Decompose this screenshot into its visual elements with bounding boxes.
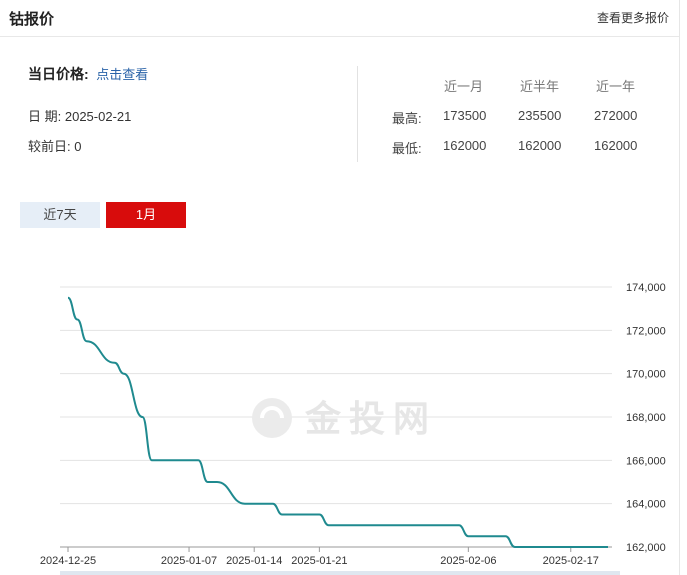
data-point[interactable] (333, 520, 343, 530)
y-tick-label: 174,000 (626, 282, 666, 294)
y-tick-label: 170,000 (626, 369, 666, 381)
info-divider (357, 66, 358, 162)
x-tick-label: 2025-01-14 (226, 555, 282, 567)
data-point[interactable] (519, 542, 529, 552)
y-tick-label: 168,000 (626, 412, 666, 424)
view-price-link[interactable]: 点击查看 (96, 67, 148, 82)
y-tick-label: 162,000 (626, 542, 666, 554)
data-point[interactable] (119, 369, 129, 379)
data-point[interactable] (473, 531, 483, 541)
stats-high-1year: 272000 (594, 108, 638, 123)
y-tick-label: 166,000 (626, 455, 666, 467)
watermark: 金投网 (252, 398, 437, 440)
x-tick-label: 2025-01-07 (161, 555, 217, 567)
x-tick-label: 2025-01-21 (291, 555, 347, 567)
price-line-chart: 金投网 174,000172,000170,000168,000166,0001… (40, 282, 666, 575)
stats-low-1month: 162000 (443, 138, 487, 153)
x-tick-label: 2025-02-06 (440, 555, 496, 567)
data-point[interactable] (82, 336, 92, 346)
data-point[interactable] (259, 499, 269, 509)
data-point[interactable] (463, 531, 473, 541)
data-point[interactable] (305, 510, 315, 520)
data-point[interactable] (184, 455, 194, 465)
data-point[interactable] (249, 499, 259, 509)
data-point[interactable] (566, 542, 576, 552)
change-label: 较前日: (28, 139, 71, 154)
stats-low-1year: 162000 (594, 138, 638, 153)
stats-low-label: 最低: (392, 141, 422, 156)
change-value: 0 (74, 139, 82, 154)
data-point[interactable] (603, 542, 613, 552)
chart-scroll-bar[interactable] (60, 571, 620, 575)
data-point[interactable] (63, 293, 73, 303)
stats-high-6months: 235500 (518, 108, 562, 123)
change-row: 较前日: 0 (28, 136, 81, 155)
data-point[interactable] (594, 542, 604, 552)
data-point[interactable] (584, 542, 594, 552)
range-tab-7days[interactable]: 近7天 (20, 202, 100, 228)
panel-header: 钴报价 查看更多报价 (0, 0, 679, 37)
data-point[interactable] (324, 520, 334, 530)
jintou-logo-icon (252, 398, 292, 438)
y-tick-label: 172,000 (626, 325, 666, 337)
stats-header-1month: 近一月 (444, 79, 484, 94)
y-axis-ticks: 174,000 172,000 170,000 168,000 166,000 164,0… (626, 282, 666, 554)
data-point[interactable] (175, 455, 185, 465)
stats-high-1month: 173500 (443, 108, 487, 123)
data-point[interactable] (370, 520, 380, 530)
more-quotes-link[interactable]: 查看更多报价 (597, 9, 669, 26)
y-tick-label: 164,000 (626, 499, 666, 511)
date-label: 日 期: (28, 109, 62, 124)
x-tick-label: 2025-02-17 (543, 555, 599, 567)
watermark-text: 金投网 (304, 398, 437, 440)
today-price-row: 当日价格: 点击查看 (28, 64, 148, 84)
data-point[interactable] (110, 358, 120, 368)
data-point[interactable] (510, 542, 520, 552)
data-point[interactable] (501, 531, 511, 541)
data-point[interactable] (240, 499, 250, 509)
today-price-label: 当日价格: (28, 66, 89, 82)
range-tab-1month[interactable]: 1月 (106, 202, 186, 228)
stats-header-6months: 近半年 (520, 79, 560, 94)
data-point[interactable] (454, 520, 464, 530)
data-point[interactable] (193, 455, 203, 465)
data-point[interactable] (529, 542, 539, 552)
date-row: 日 期: 2025-02-21 (28, 106, 131, 125)
data-point[interactable] (342, 520, 352, 530)
data-point[interactable] (538, 542, 548, 552)
data-point[interactable] (203, 477, 213, 487)
panel-right-border (679, 0, 680, 575)
date-value: 2025-02-21 (64, 109, 132, 124)
data-point[interactable] (212, 477, 222, 487)
data-point[interactable] (147, 455, 157, 465)
stats-low-6months: 162000 (518, 138, 562, 153)
data-point[interactable] (138, 412, 148, 422)
data-point[interactable] (268, 499, 278, 509)
stats-header-1year: 近一年 (596, 79, 636, 94)
data-point[interactable] (277, 510, 287, 520)
data-point[interactable] (314, 510, 324, 520)
stats-high-label: 最高: (392, 111, 422, 126)
data-point[interactable] (72, 315, 82, 325)
x-tick-label: 2024-12-25 (40, 555, 96, 567)
panel-title: 钴报价 (9, 11, 55, 28)
data-point[interactable] (575, 542, 585, 552)
